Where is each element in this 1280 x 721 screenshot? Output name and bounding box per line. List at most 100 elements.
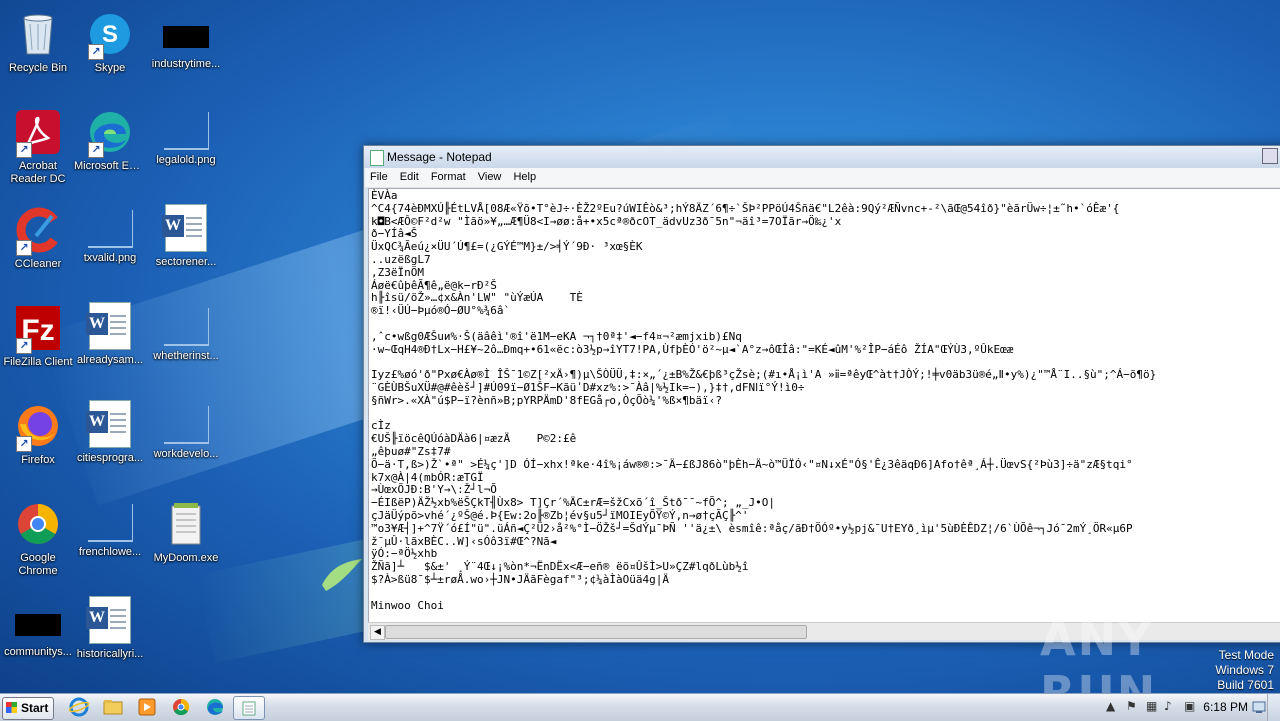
desktop-icon-label: historicallyri... <box>76 648 144 660</box>
desktop-icon-label: CCleaner <box>14 258 62 270</box>
chrome-icon <box>14 500 62 548</box>
file-thumbnail-icon <box>163 26 209 48</box>
wallpaper-logo <box>322 559 362 591</box>
media-player-icon[interactable] <box>136 697 158 717</box>
shortcut-arrow-icon: ↗ <box>88 44 104 60</box>
desktop-icon-label: sectorener... <box>155 256 217 268</box>
image-file-icon <box>163 308 209 346</box>
desktop-icon-txvalid[interactable]: txvalid.png <box>72 202 148 294</box>
image-file-icon <box>163 406 209 444</box>
menu-format[interactable]: Format <box>426 168 470 183</box>
desktop-icon-label: legalold.png <box>156 154 216 166</box>
shortcut-arrow-icon: ↗ <box>88 142 104 158</box>
skype-icon: S ↗ <box>86 10 134 60</box>
text-editor-area[interactable]: ÈVÀa ^C4{74èÐMXÚ╟ÉtLVÅ[08Æ«Ÿõ•T°èJ÷·ÈŽ2º… <box>368 188 1280 622</box>
notepad-icon <box>370 150 384 166</box>
image-file-icon <box>87 210 133 248</box>
desktop-icon-whetherinst[interactable]: whetherinst... <box>148 300 224 392</box>
shortcut-arrow-icon: ↗ <box>16 436 32 452</box>
taskbar-clock[interactable]: 6:18 PM <box>1203 700 1248 714</box>
notepad-icon <box>242 701 256 716</box>
edge-icon: ↗ <box>86 108 134 158</box>
build-text: Build 7601 <box>1217 678 1274 692</box>
action-center-icon[interactable] <box>1252 700 1266 714</box>
desktop-icon-ccleaner[interactable]: ↗ CCleaner <box>0 202 76 294</box>
desktop-icon-legalold[interactable]: legalold.png <box>148 104 224 196</box>
menu-view[interactable]: View <box>473 168 506 183</box>
show-hidden-icons-icon[interactable]: ▲ <box>1106 699 1115 713</box>
desktop-icon-historicallyri[interactable]: W historicallyri... <box>72 594 148 686</box>
desktop-icon-frenchlowe[interactable]: frenchlowe... <box>72 496 148 588</box>
desktop-icon-skype[interactable]: S ↗ Skype <box>72 6 148 98</box>
menu-file[interactable]: File <box>365 168 392 183</box>
desktop-icon-label: FileZilla Client <box>3 356 73 368</box>
desktop-icon-alreadysam[interactable]: W alreadysam... <box>72 300 148 392</box>
desktop-icon-label: Acrobat Reader DC <box>10 160 66 185</box>
network-icon[interactable]: ▦ <box>1146 699 1157 713</box>
window-title: Message - Notepad <box>387 150 492 164</box>
desktop-icon-industrytime[interactable]: industrytime... <box>148 6 224 98</box>
edge-taskbar-icon[interactable] <box>204 697 226 717</box>
desktop-icon-mydoom[interactable]: MyDoom.exe <box>148 496 224 588</box>
file-thumbnail-icon <box>15 614 61 636</box>
filezilla-icon: Fz ↗ <box>14 304 62 354</box>
notepad-taskbar-button[interactable] <box>233 696 265 720</box>
word-document-icon: W <box>86 302 131 350</box>
minimize-button[interactable] <box>1262 148 1278 164</box>
menu-help[interactable]: Help <box>508 168 540 183</box>
desktop-icon-label: communitys... <box>4 646 72 658</box>
file-explorer-icon[interactable] <box>102 697 124 717</box>
desktop-icon-label: frenchlowe... <box>78 546 142 558</box>
show-desktop-button[interactable] <box>1267 694 1280 721</box>
desktop-icon-label: MyDoom.exe <box>153 552 219 564</box>
shortcut-arrow-icon: ↗ <box>16 142 32 158</box>
word-document-icon: W <box>162 204 207 252</box>
word-document-icon: W <box>86 596 131 644</box>
desktop-icon-label: citiesprogra... <box>76 452 144 464</box>
desktop-icon-filezilla[interactable]: Fz ↗ FileZilla Client <box>0 300 76 392</box>
desktop-icon-label: txvalid.png <box>83 252 137 264</box>
ccleaner-icon: ↗ <box>14 206 62 256</box>
desktop-icon-label: industrytime... <box>151 58 221 70</box>
shortcut-arrow-icon: ↗ <box>16 338 32 354</box>
taskbar: Start ▲ ⚑ ▦ ♪ ▣ 6:18 PM <box>0 693 1280 721</box>
desktop-icon-label: Microsoft Edge <box>74 160 148 172</box>
desktop-icon-label: Recycle Bin <box>8 62 68 74</box>
notepad-file-icon <box>162 500 210 548</box>
shortcut-arrow-icon: ↗ <box>16 240 32 256</box>
word-document-icon: W <box>86 400 131 448</box>
cpu-icon[interactable]: ▣ <box>1184 699 1195 713</box>
document-text[interactable]: ÈVÀa ^C4{74èÐMXÚ╟ÉtLVÅ[08Æ«Ÿõ•T°èJ÷·ÈŽ2º… <box>369 189 1280 612</box>
desktop-icon-acrobat[interactable]: ↗ Acrobat Reader DC <box>0 104 76 196</box>
desktop-icon-firefox[interactable]: ↗ Firefox <box>0 398 76 490</box>
desktop-icon-recycle-bin[interactable]: Recycle Bin <box>0 6 76 98</box>
notepad-window[interactable]: Message - Notepad File Edit Format View … <box>363 145 1280 643</box>
internet-explorer-icon[interactable] <box>68 697 90 717</box>
desktop-icon-sectorener[interactable]: W sectorener... <box>148 202 224 294</box>
recycle-bin-icon <box>14 10 62 58</box>
start-button[interactable]: Start <box>2 697 54 720</box>
desktop-icon-communitys[interactable]: communitys... <box>0 594 76 686</box>
desktop-icon-label: Firefox <box>21 454 55 466</box>
volume-icon[interactable]: ♪ <box>1164 699 1172 713</box>
desktop-icon-label: Google Chrome <box>18 552 58 577</box>
desktop-icon-citiesprogra[interactable]: W citiesprogra... <box>72 398 148 490</box>
desktop-icon-label: workdevelo... <box>153 448 219 460</box>
image-file-icon <box>163 112 209 150</box>
chrome-taskbar-icon[interactable] <box>170 697 192 717</box>
test-mode-text: Test Mode <box>1218 648 1274 662</box>
menu-edit[interactable]: Edit <box>395 168 423 183</box>
firefox-icon: ↗ <box>14 402 62 452</box>
os-build-notice: Test Mode Windows 7 Build 7601 <box>1215 648 1274 693</box>
desktop-icon-edge[interactable]: ↗ Microsoft Edge <box>72 104 148 196</box>
windows-logo-icon <box>6 702 17 713</box>
desktop-icon-chrome[interactable]: Google Chrome <box>0 496 76 588</box>
notepad-titlebar[interactable]: Message - Notepad <box>364 146 1280 168</box>
scroll-left-icon[interactable]: ◀ <box>370 625 385 640</box>
flag-icon[interactable]: ⚑ <box>1126 699 1137 713</box>
desktop-icon-label: alreadysam... <box>76 354 144 366</box>
image-file-icon <box>87 504 133 542</box>
desktop-icon-workdevelo[interactable]: workdevelo... <box>148 398 224 490</box>
scrollbar-thumb[interactable] <box>385 625 807 639</box>
desktop-icon-label: whetherinst... <box>153 350 219 362</box>
